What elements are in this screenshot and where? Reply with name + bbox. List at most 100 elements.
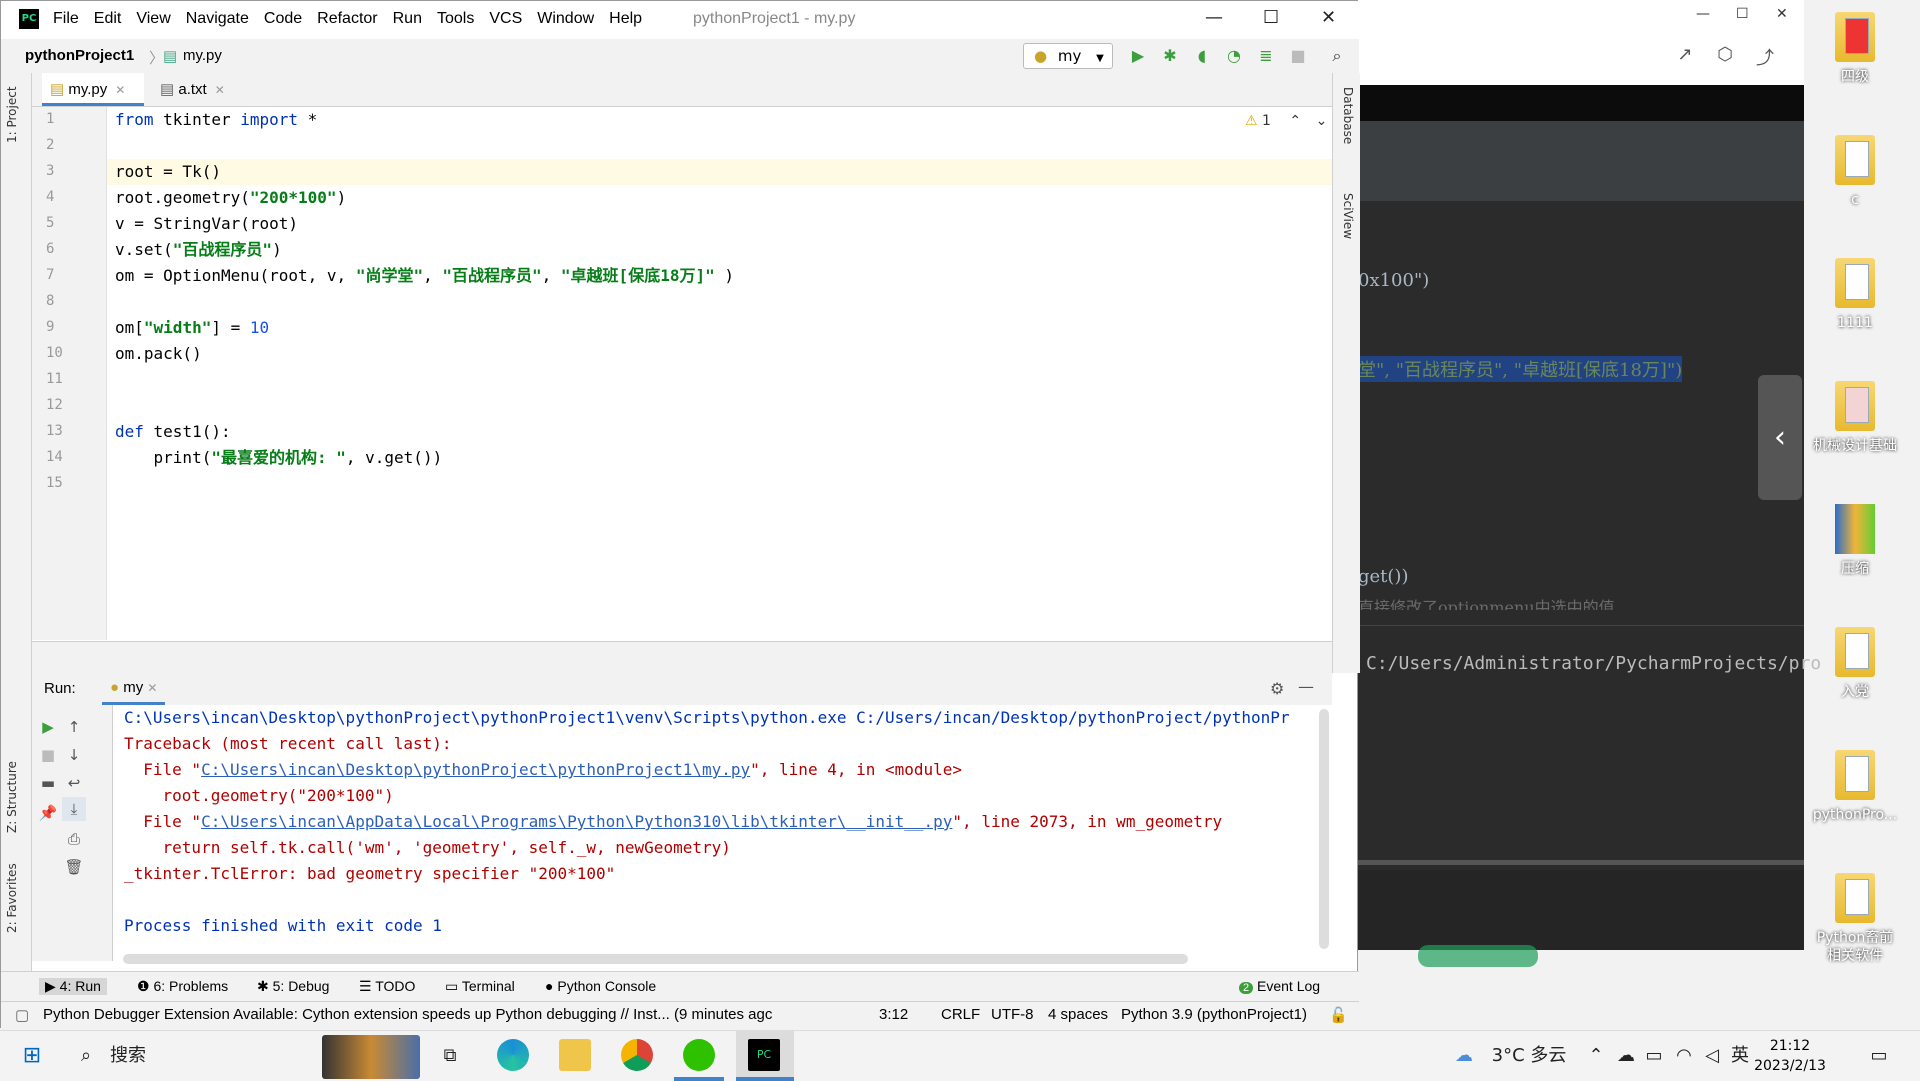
console-file-link[interactable]: C:\Users\incan\Desktop\pythonProject\pyt… [201,760,750,779]
notification-icon[interactable]: ▭ [1864,1031,1894,1081]
profile-icon[interactable]: ◔ [1224,46,1244,66]
scroll-to-end-icon[interactable]: ⤓ [62,797,86,821]
desktop-icon-siji[interactable]: 四级 [1805,12,1905,86]
chevron-left-icon[interactable]: ‹ [1758,375,1802,500]
close-tab-icon[interactable]: ✕ [215,83,225,97]
minimize-icon[interactable]: — [1205,7,1223,28]
battery-icon[interactable]: ▭ [1642,1031,1666,1081]
wifi-icon[interactable]: ◠ [1672,1031,1696,1081]
console-horizontal-scrollbar[interactable] [123,954,1188,964]
tab-a-txt[interactable]: ▤ a.txt ✕ [156,73,260,106]
menu-help[interactable]: Help [609,10,642,28]
file-explorer-icon[interactable] [559,1039,591,1071]
menu-vcs[interactable]: VCS [489,10,522,28]
status-caret-position[interactable]: 3:12 [879,1006,908,1023]
cube-icon[interactable]: ⬡ [1714,44,1736,66]
lock-icon[interactable]: 🔓 [1329,1006,1348,1024]
weather-icon[interactable]: ☁ [1446,1031,1482,1081]
menu-tools[interactable]: Tools [437,10,474,28]
structure-tool-tab[interactable]: Z: Structure [5,761,19,833]
soft-wrap-icon[interactable]: ↩ [62,771,86,795]
pin-icon[interactable]: 📌 [36,801,60,825]
taskbar-search-label[interactable]: 搜索 [108,1031,148,1081]
search-icon[interactable]: ⌕ [1327,46,1347,66]
chevron-up-icon[interactable]: ⌃ [1289,113,1301,129]
breadcrumb-project[interactable]: pythonProject1 [25,47,134,64]
console-file-link[interactable]: C:\Users\incan\AppData\Local\Programs\Py… [201,812,952,831]
desktop-icon-pythonpro[interactable]: pythonPro... [1805,750,1905,824]
menu-view[interactable]: View [136,10,170,28]
coverage-icon[interactable]: ◖ [1192,46,1212,66]
project-tool-tab[interactable]: 1: Project [5,86,19,143]
status-interpreter[interactable]: Python 3.9 (pythonProject1) [1121,1006,1307,1023]
run-configuration-select[interactable]: ● my ▼ [1023,43,1113,69]
background-window[interactable]: — ☐ ✕ ↗ ⬡ ⤴ 0x100") 堂", "百战程序员", "卓越班[保底… [1358,0,1821,967]
tool-window-problems[interactable]: ❶ 6: Problems [137,978,228,995]
chevron-down-icon[interactable]: ⌄ [1316,113,1328,129]
status-square-icon[interactable]: ▢ [15,1006,29,1024]
windows-start-icon[interactable]: ⊞ [14,1031,50,1081]
run-console[interactable]: C:\Users\incan\Desktop\pythonProject\pyt… [113,705,1323,961]
close-icon[interactable]: ✕ [1776,6,1788,22]
close-icon[interactable]: ✕ [1321,7,1336,28]
speaker-icon[interactable]: ◁ [1700,1031,1724,1081]
wechat-icon[interactable] [683,1039,715,1071]
minimize-icon[interactable]: — [1696,6,1710,22]
console-vertical-scrollbar[interactable] [1319,709,1329,949]
stop-icon[interactable]: ■ [1288,46,1308,66]
rerun-icon[interactable]: ▶ [36,715,60,739]
desktop-icon-compress[interactable]: 压缩 [1805,504,1905,578]
inspection-widget[interactable]: ⚠ 1 ⌃ ⌄ [1245,113,1327,129]
layout-icon[interactable]: ▬ [36,771,60,795]
concurrency-icon[interactable]: ≣ [1256,46,1276,66]
menu-file[interactable]: File [53,10,79,28]
sciview-tool-tab[interactable]: SciView [1341,193,1355,239]
desktop-icon-mechanical-design[interactable]: 机械设计基础 [1805,381,1905,455]
status-line-separator[interactable]: CRLF [941,1006,980,1023]
chevron-up-icon[interactable]: ⌃ [1586,1031,1606,1081]
desktop-icon-python-software[interactable]: Python畜前 相关软件 [1805,873,1905,965]
run-tab-my[interactable]: ● my ✕ [102,671,166,705]
trash-icon[interactable]: 🗑 [62,855,86,879]
menu-run[interactable]: Run [393,10,422,28]
status-encoding[interactable]: UTF-8 [991,1006,1034,1023]
favorites-tool-tab[interactable]: 2: Favorites [5,863,19,933]
search-icon[interactable]: ⌕ [72,1031,100,1081]
close-tab-icon[interactable]: ✕ [147,681,157,695]
breadcrumb-file[interactable]: my.py [183,47,222,64]
tool-window-python-console[interactable]: ● Python Console [545,978,656,994]
maximize-icon[interactable]: ☐ [1736,6,1749,22]
hide-panel-icon[interactable]: — [1298,677,1314,696]
desktop-icon-rudang[interactable]: 入党 [1805,627,1905,701]
menu-edit[interactable]: Edit [94,10,122,28]
tab-my-py[interactable]: ▤ my.py ✕ [42,73,144,106]
tool-window-debug[interactable]: ✱ 5: Debug [257,978,329,995]
menu-refactor[interactable]: Refactor [317,10,377,28]
code-editor[interactable]: ⚠ 1 ⌃ ⌄ from tkinter import * root = Tk(… [107,107,1332,640]
debug-icon[interactable]: ✱ [1160,46,1180,66]
maximize-icon[interactable]: ☐ [1263,7,1279,28]
print-icon[interactable]: ⎙ [62,827,86,851]
arrow-up-icon[interactable]: ↑ [62,715,86,739]
task-view-icon[interactable]: ⧉ [434,1031,466,1081]
cloud-icon[interactable]: ☁ [1614,1031,1638,1081]
close-tab-icon[interactable]: ✕ [115,83,125,97]
arrow-down-icon[interactable]: ↓ [62,743,86,767]
gear-icon[interactable]: ⚙ [1270,679,1284,698]
desktop-icon-1111[interactable]: 1111 [1805,258,1905,332]
desktop-icon-c[interactable]: c [1805,135,1905,209]
status-message[interactable]: Python Debugger Extension Available: Cyt… [43,1006,772,1023]
tool-window-run[interactable]: ▶ 4: Run [39,978,107,995]
menu-navigate[interactable]: Navigate [186,10,249,28]
export-icon[interactable]: ⤴ [1754,44,1776,69]
stop-icon[interactable]: ■ [36,743,60,767]
edge-icon[interactable] [497,1039,529,1071]
tool-window-terminal[interactable]: ▭ Terminal [445,978,515,995]
system-clock[interactable]: 21:12 2023/2/13 [1745,1036,1835,1076]
menu-code[interactable]: Code [264,10,302,28]
status-indent[interactable]: 4 spaces [1048,1006,1108,1023]
run-icon[interactable]: ▶ [1128,46,1148,66]
database-tool-tab[interactable]: Database [1341,87,1355,144]
tool-window-event-log[interactable]: 2 Event Log [1239,978,1320,994]
chrome-icon[interactable] [621,1039,653,1071]
